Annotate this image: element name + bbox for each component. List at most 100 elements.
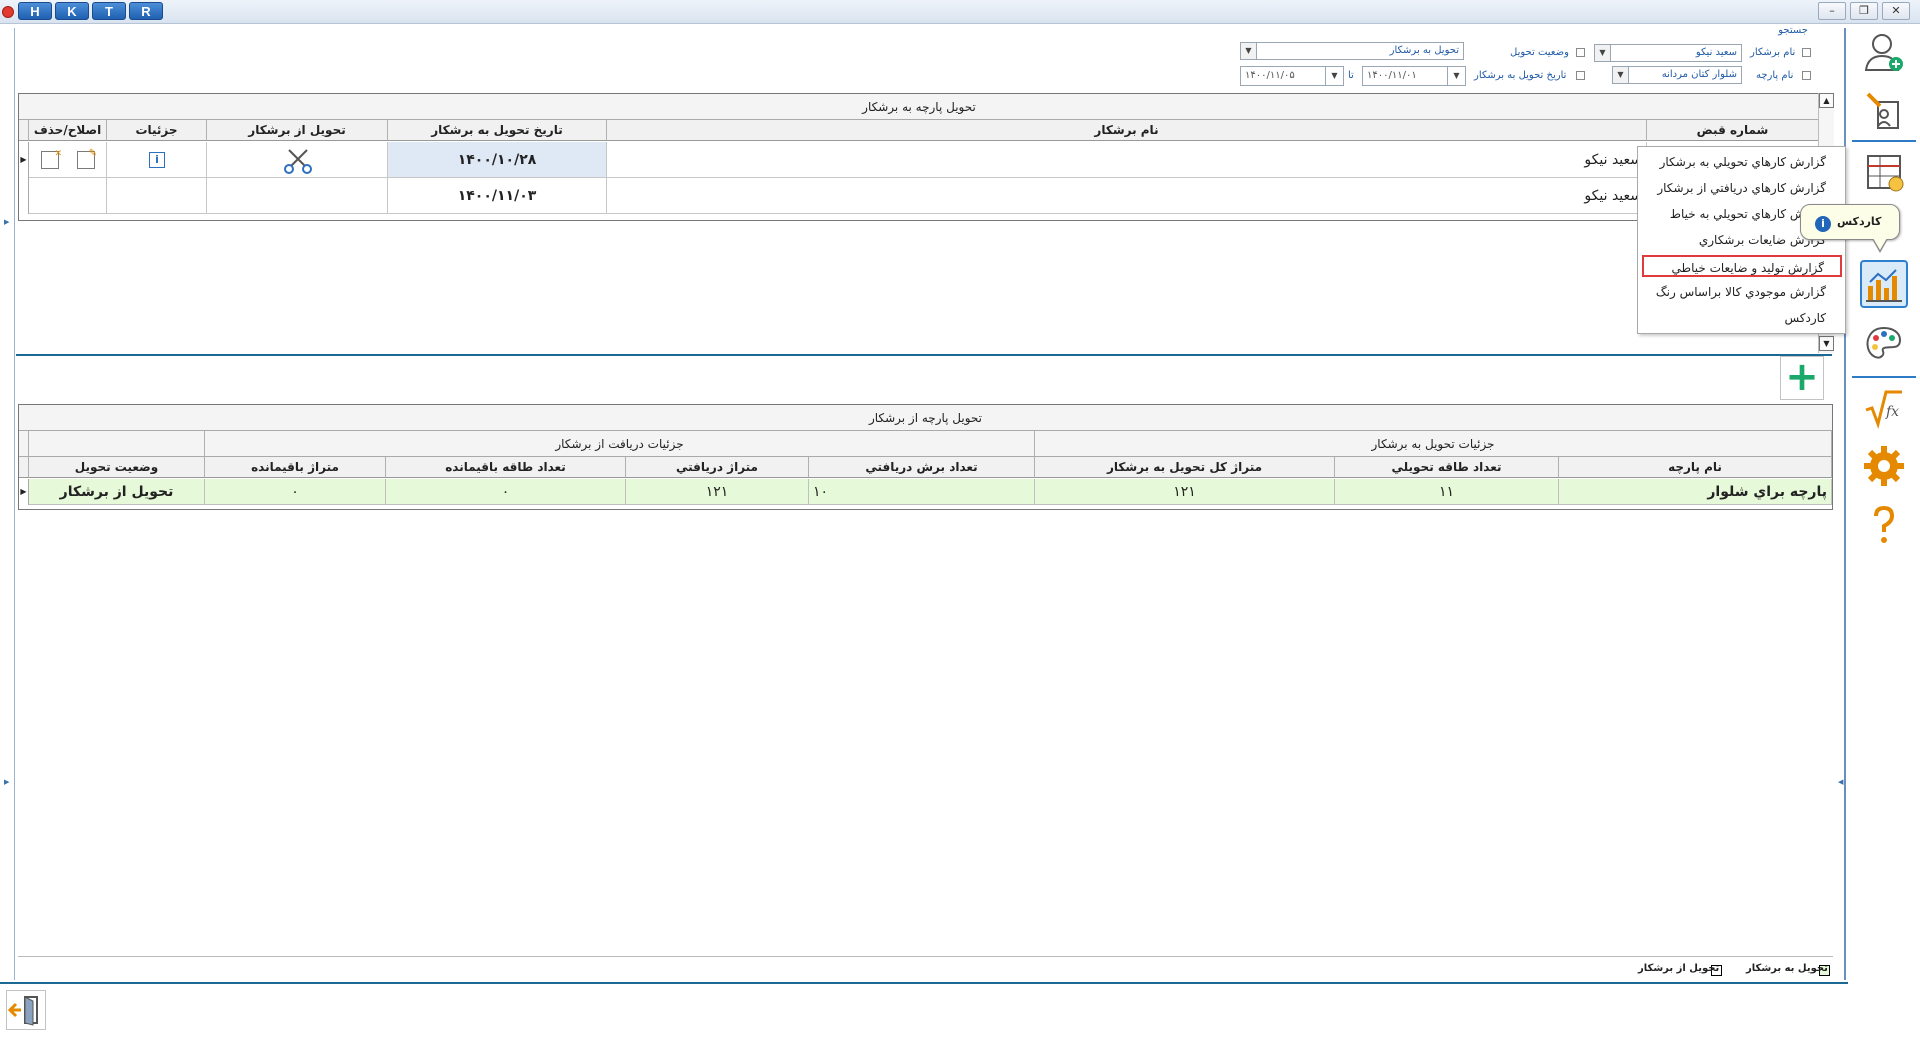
column-header-meters-received[interactable]: متراژ دريافتي <box>626 457 809 478</box>
column-header-rolls-left[interactable]: تعداد طاقه باقيمانده <box>386 457 626 478</box>
chevron-down-icon[interactable]: ▼ <box>1241 43 1257 59</box>
tooltip-tail-inner <box>1873 238 1887 250</box>
toolbar-separator <box>1852 376 1916 378</box>
color-legend: تحويل به برشكار تحويل از برشكار <box>18 956 1833 982</box>
column-header-from-contractor[interactable]: تحويل از برشكار <box>207 120 388 141</box>
spreadsheet-money-icon[interactable] <box>1860 148 1908 196</box>
contractor-name-cell: سعيد نيكو <box>607 142 1647 178</box>
menu-item-report-delivered-to-cutter[interactable]: گزارش كارهاي تحويلي به برشكار <box>1642 151 1842 173</box>
column-header-edit[interactable]: اصلاح/حذف <box>29 120 107 141</box>
cuts-received-cell: ۱۰ <box>809 479 1035 505</box>
chevron-down-icon[interactable]: ▼ <box>1613 67 1629 83</box>
left-splitter-arrow-icon[interactable]: ▶ <box>4 218 10 226</box>
column-header-details[interactable]: جزئيات <box>107 120 207 141</box>
status-checkbox[interactable] <box>1576 48 1585 57</box>
column-header-date[interactable]: تاريخ تحويل به برشكار <box>388 120 607 141</box>
user-tools-icon[interactable] <box>1860 86 1908 134</box>
svg-text:fx: fx <box>1885 404 1899 420</box>
gear-icon[interactable] <box>1860 442 1908 490</box>
app-icon[interactable] <box>2 6 14 18</box>
grid-caption: تحويل پارچه از برشكار <box>19 405 1832 431</box>
legend-label-from-contractor: تحويل از برشكار <box>1638 963 1720 974</box>
fabric-combo[interactable]: ▼ شلوار كتان مردانه <box>1612 66 1742 84</box>
app-window: H K T R – ❐ ✕ ▶ ▶ ◀ ◀ جستجو نام برشكار ▼… <box>0 0 1920 1040</box>
restore-button[interactable]: ❐ <box>1850 2 1878 20</box>
palette-icon[interactable] <box>1860 320 1908 368</box>
scroll-up-icon[interactable]: ▲ <box>1819 93 1834 108</box>
from-contractor-cell <box>207 142 388 178</box>
left-splitter-arrow-icon[interactable]: ▶ <box>4 778 10 786</box>
from-contractor-cell <box>207 178 388 214</box>
row-indicator-header <box>19 457 29 478</box>
details-cell: i <box>107 142 207 178</box>
right-splitter-arrow-icon[interactable]: ◀ <box>1838 778 1844 786</box>
date-cell: ۱۴۰۰/۱۰/۲۸ <box>388 142 607 178</box>
status-label: وضعيت تحويل <box>1510 47 1569 58</box>
delivery-from-contractor-grid: تحويل پارچه از برشكار جزئيات دريافت از ب… <box>18 404 1833 510</box>
title-bar: H K T R – ❐ ✕ <box>0 0 1920 24</box>
contractor-checkbox[interactable] <box>1802 48 1811 57</box>
contractor-combo[interactable]: ▼ سعيد نيكو <box>1594 44 1742 62</box>
exit-button[interactable] <box>6 990 46 1030</box>
edit-icon[interactable] <box>77 142 97 172</box>
chevron-down-icon[interactable]: ▼ <box>1447 67 1465 85</box>
date-checkbox[interactable] <box>1576 71 1585 80</box>
add-user-icon[interactable] <box>1860 28 1908 76</box>
menu-item-report-tailoring-production[interactable]: گزارش توليد و ضايعات خياطي <box>1642 255 1842 277</box>
date-from-picker[interactable]: ۱۴۰۰/۱۱/۰۱ ▼ <box>1362 66 1466 86</box>
menu-item-report-stock-by-color[interactable]: گزارش موجودي كالا براساس رنگ <box>1642 281 1842 303</box>
help-icon[interactable] <box>1860 500 1908 548</box>
delete-icon[interactable] <box>41 142 62 172</box>
column-header-fabric[interactable]: نام پارچه <box>1559 457 1832 478</box>
sqrt-fx-icon[interactable]: fx <box>1860 384 1908 432</box>
delivery-to-contractor-grid: تحويل پارچه به برشكار اصلاح/حذف جزئيات ت… <box>18 93 1820 221</box>
meters-received-cell: ۱۲۱ <box>626 479 809 505</box>
close-button[interactable]: ✕ <box>1882 2 1910 20</box>
quick-button-t[interactable]: T <box>92 2 126 20</box>
date-cell: ۱۴۰۰/۱۱/۰۳ <box>388 178 607 214</box>
scroll-down-icon[interactable]: ▼ <box>1819 336 1834 351</box>
info-icon[interactable]: i <box>149 152 165 168</box>
scissors-icon[interactable] <box>283 148 313 174</box>
details-cell <box>107 178 207 214</box>
fabric-checkbox[interactable] <box>1802 71 1811 80</box>
bar-chart-icon[interactable] <box>1860 260 1908 308</box>
column-header-meters-left[interactable]: متراژ باقيمانده <box>205 457 386 478</box>
row-indicator <box>19 178 29 214</box>
contractor-name-cell: سعيد نيكو <box>607 178 1647 214</box>
row-indicator-icon[interactable]: ▶ <box>19 479 29 505</box>
status-combo[interactable]: ▼ تحويل به برشكار <box>1240 42 1464 60</box>
date-to-picker[interactable]: ۱۴۰۰/۱۱/۰۵ ▼ <box>1240 66 1344 86</box>
column-header-receipt[interactable]: شماره قبض <box>1647 120 1819 141</box>
band-delivery-details: جزئيات تحويل به برشكار <box>1035 431 1832 457</box>
contractor-value: سعيد نيكو <box>1695 47 1737 58</box>
menu-item-cardex[interactable]: كاردكس <box>1642 307 1842 329</box>
tooltip-label: كاردكس <box>1837 215 1882 228</box>
fabric-value: شلوار كتان مردانه <box>1661 69 1737 80</box>
column-header-contractor-name[interactable]: نام برشكار <box>607 120 1647 141</box>
column-header-rolls[interactable]: تعداد طاقه تحويلي <box>1335 457 1559 478</box>
menu-item-report-received-from-cutter[interactable]: گزارش كارهاي دريافتي از برشكار <box>1642 177 1842 199</box>
add-button[interactable]: + <box>1780 356 1824 400</box>
quick-button-h[interactable]: H <box>18 2 52 20</box>
column-header-status[interactable]: وضعيت تحويل <box>29 457 205 478</box>
column-header-cuts-received[interactable]: تعداد برش دريافتي <box>809 457 1035 478</box>
band-spacer <box>29 431 205 457</box>
edit-delete-cell <box>29 142 107 178</box>
contractor-label: نام برشكار <box>1750 47 1796 58</box>
legend-label-to-contractor: تحويل به برشكار <box>1746 963 1828 974</box>
quick-button-r[interactable]: R <box>129 2 163 20</box>
exit-icon <box>7 996 38 1026</box>
date-to-label: تا <box>1348 70 1354 81</box>
row-indicator-icon[interactable]: ▶ <box>19 142 29 178</box>
chevron-down-icon[interactable]: ▼ <box>1595 45 1611 61</box>
quick-button-k[interactable]: K <box>55 2 89 20</box>
minimize-button[interactable]: – <box>1818 2 1846 20</box>
tooltip: i كاردكس <box>1800 204 1900 240</box>
info-icon: i <box>1815 216 1831 232</box>
column-header-meters-total[interactable]: متراژ كل تحويل به برشكار <box>1035 457 1335 478</box>
date-from-value: ۱۴۰۰/۱۱/۰۱ <box>1367 70 1417 81</box>
search-group: جستجو نام برشكار ▼ سعيد نيكو نام پارچه ▼… <box>1226 25 1816 92</box>
chevron-down-icon[interactable]: ▼ <box>1325 67 1343 85</box>
band-spacer <box>19 431 29 457</box>
